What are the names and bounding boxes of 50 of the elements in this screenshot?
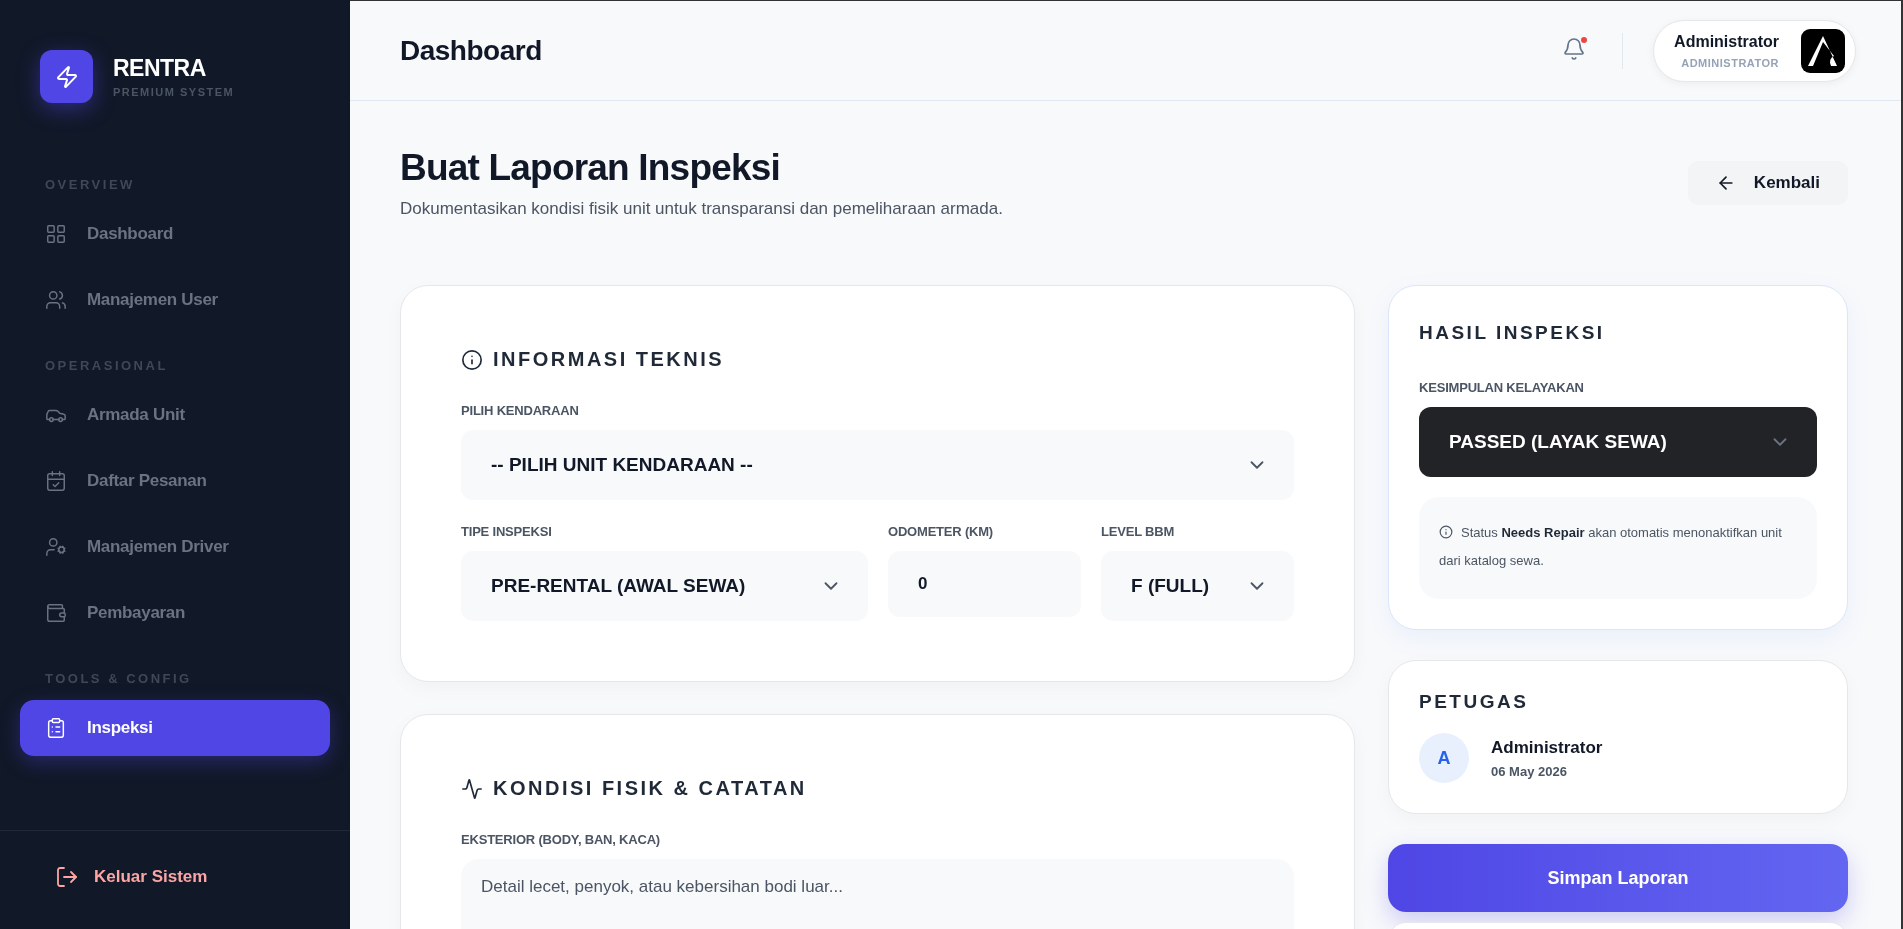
nav-item[interactable]: Armada Unit [20, 387, 330, 443]
field-label: EKSTERIOR (BODY, BAN, KACA) [461, 832, 661, 847]
grid-icon [45, 223, 67, 245]
user-menu[interactable]: Administrator ADMINISTRATOR [1653, 19, 1856, 82]
page-title: Buat Laporan Inspeksi [400, 147, 781, 189]
nav-item[interactable]: Inspeksi [20, 700, 330, 756]
select-field[interactable]: F (FULL) [1101, 551, 1294, 621]
field-label: LEVEL BBM [1101, 524, 1176, 539]
info-icon [1439, 525, 1453, 539]
nav-item[interactable]: Daftar Pesanan [20, 453, 330, 509]
nav-item[interactable]: Pembayaran [20, 585, 330, 641]
avatar-logo-icon [1801, 28, 1845, 73]
back-button[interactable]: Kembali [1687, 161, 1848, 205]
user-role: ADMINISTRATOR [1681, 56, 1779, 69]
page-subtitle: Dokumentasikan kondisi fisik unit untuk transparansi dan pemeliharaan armada. [400, 199, 1003, 219]
textarea-field[interactable]: Detail lecet, penyok, atau kebersihan bodi luar... [461, 859, 1294, 929]
nav-item[interactable]: Manajemen Driver [20, 519, 330, 575]
select-field[interactable]: PRE-RENTAL (AWAL SEWA) [461, 551, 868, 621]
user-gear-icon [45, 536, 67, 558]
info-note: Status Needs Repair akan otomatis menonaktifkan unit dari katalog sewa. [1419, 497, 1817, 599]
calendar-icon [45, 470, 67, 492]
header-title: Dashboard [400, 34, 543, 67]
save-report-button[interactable]: Simpan Laporan [1388, 844, 1848, 912]
officer-name: Administrator [1491, 737, 1603, 758]
card-title: KONDISI FISIK & CATATAN [493, 777, 807, 800]
card-title: HASIL INSPEKSI [1419, 322, 1606, 344]
card-title: PETUGAS [1419, 691, 1530, 713]
bolt-logo-icon [40, 50, 93, 103]
clipboard-icon [45, 717, 67, 739]
pulse-icon [461, 777, 483, 800]
brand-name: RENTRA [113, 55, 207, 82]
nav-item[interactable]: Dashboard [20, 206, 330, 262]
nav-item[interactable]: Manajemen User [20, 272, 330, 328]
users-icon [45, 289, 67, 311]
info-icon [461, 348, 483, 371]
card-title: INFORMASI TEKNIS [493, 348, 725, 371]
logout-icon [55, 865, 79, 889]
field-label: PILIH KENDARAAN [461, 403, 580, 418]
user-name: Administrator [1674, 32, 1779, 51]
field-label: TIPE INSPEKSI [461, 524, 553, 539]
input-field[interactable]: 0 [888, 551, 1081, 617]
verdict-select[interactable]: PASSED (LAYAK SEWA) [1419, 407, 1817, 477]
vehicle-select[interactable]: -- PILIH UNIT KENDARAAN -- [461, 430, 1294, 500]
field-label: KESIMPULAN KELAYAKAN [1419, 380, 1585, 395]
avatar: A [1419, 733, 1469, 783]
field-label: ODOMETER (KM) [888, 524, 994, 539]
logout-link[interactable]: Keluar Sistem [55, 865, 295, 889]
brand-tagline: PREMIUM SYSTEM [113, 86, 235, 98]
inspection-date: 06 May 2026 [1491, 763, 1568, 779]
wallet-icon [45, 602, 67, 624]
